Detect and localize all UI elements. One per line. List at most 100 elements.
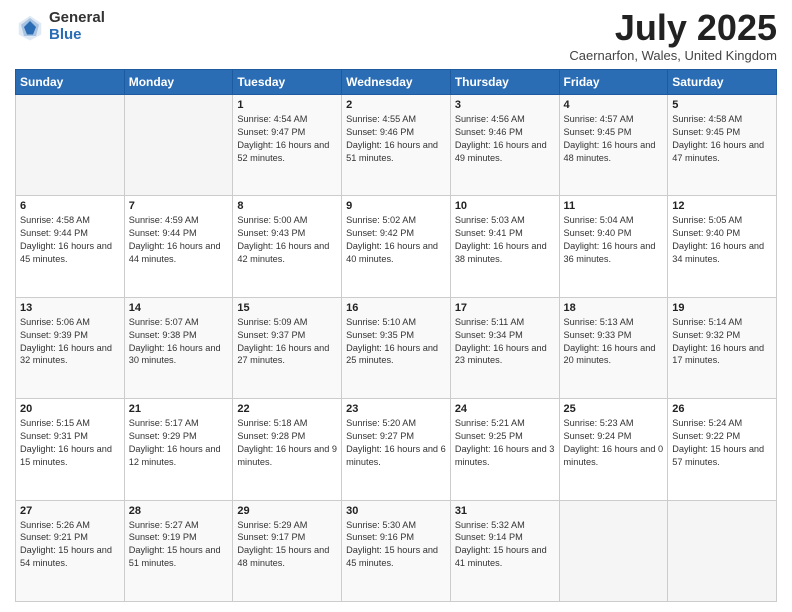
day-info: Sunrise: 5:02 AM Sunset: 9:42 PM Dayligh…: [346, 214, 446, 266]
day-info: Sunrise: 5:15 AM Sunset: 9:31 PM Dayligh…: [20, 417, 120, 469]
day-info: Sunrise: 5:26 AM Sunset: 9:21 PM Dayligh…: [20, 519, 120, 571]
header: General Blue July 2025 Caernarfon, Wales…: [15, 10, 777, 63]
calendar-cell: 25 Sunrise: 5:23 AM Sunset: 9:24 PM Dayli…: [559, 399, 668, 500]
day-number: 10: [455, 200, 555, 212]
weekday-header-monday: Monday: [124, 70, 233, 95]
calendar-cell: 20 Sunrise: 5:15 AM Sunset: 9:31 PM Dayli…: [16, 399, 125, 500]
calendar-cell: 6Sunrise: 4:58 AM Sunset: 9:44 PM Daylig…: [16, 196, 125, 297]
day-info: Sunrise: 5:30 AM Sunset: 9:16 PM Dayligh…: [346, 519, 446, 571]
day-info: Sunrise: 5:14 AM Sunset: 9:32 PM Dayligh…: [672, 316, 772, 368]
day-number: 7: [129, 200, 229, 212]
day-info: Sunrise: 5:04 AM Sunset: 9:40 PM Dayligh…: [564, 214, 664, 266]
day-info: Sunrise: 4:56 AM Sunset: 9:46 PM Dayligh…: [455, 113, 555, 165]
calendar-cell: 18 Sunrise: 5:13 AM Sunset: 9:33 PM Dayli…: [559, 297, 668, 398]
calendar-cell: 16Sunrise: 5:10 AM Sunset: 9:35 PM Dayli…: [342, 297, 451, 398]
day-number: 19: [672, 302, 772, 314]
day-number: 5: [672, 99, 772, 111]
calendar-cell: [668, 500, 777, 601]
day-number: 30: [346, 505, 446, 517]
day-number: 20: [20, 403, 120, 415]
day-info: Sunrise: 5:00 AM Sunset: 9:43 PM Dayligh…: [237, 214, 337, 266]
day-number: 31: [455, 505, 555, 517]
week-row-4: 20 Sunrise: 5:15 AM Sunset: 9:31 PM Dayli…: [16, 399, 777, 500]
day-info: Sunrise: 4:58 AM Sunset: 9:44 PM Dayligh…: [20, 214, 120, 266]
calendar-cell: 17Sunrise: 5:11 AM Sunset: 9:34 PM Dayli…: [450, 297, 559, 398]
day-info: Sunrise: 5:09 AM Sunset: 9:37 PM Dayligh…: [237, 316, 337, 368]
day-number: 1: [237, 99, 337, 111]
calendar-cell: 8Sunrise: 5:00 AM Sunset: 9:43 PM Daylig…: [233, 196, 342, 297]
calendar-cell: [16, 95, 125, 196]
day-info: Sunrise: 5:20 AM Sunset: 9:27 PM Dayligh…: [346, 417, 446, 469]
calendar-cell: 29Sunrise: 5:29 AM Sunset: 9:17 PM Dayli…: [233, 500, 342, 601]
calendar-cell: 31 Sunrise: 5:32 AM Sunset: 9:14 PM Dayli…: [450, 500, 559, 601]
day-info: Sunrise: 5:32 AM Sunset: 9:14 PM Dayligh…: [455, 519, 555, 571]
weekday-header-saturday: Saturday: [668, 70, 777, 95]
day-info: Sunrise: 5:23 AM Sunset: 9:24 PM Dayligh…: [564, 417, 664, 469]
calendar-cell: 23 Sunrise: 5:20 AM Sunset: 9:27 PM Dayli…: [342, 399, 451, 500]
day-info: Sunrise: 5:05 AM Sunset: 9:40 PM Dayligh…: [672, 214, 772, 266]
calendar-cell: 19 Sunrise: 5:14 AM Sunset: 9:32 PM Dayli…: [668, 297, 777, 398]
week-row-5: 27 Sunrise: 5:26 AM Sunset: 9:21 PM Dayli…: [16, 500, 777, 601]
calendar-table: SundayMondayTuesdayWednesdayThursdayFrid…: [15, 69, 777, 602]
weekday-header-row: SundayMondayTuesdayWednesdayThursdayFrid…: [16, 70, 777, 95]
day-info: Sunrise: 5:10 AM Sunset: 9:35 PM Dayligh…: [346, 316, 446, 368]
weekday-header-sunday: Sunday: [16, 70, 125, 95]
week-row-2: 6Sunrise: 4:58 AM Sunset: 9:44 PM Daylig…: [16, 196, 777, 297]
day-number: 23: [346, 403, 446, 415]
day-number: 4: [564, 99, 664, 111]
day-number: 14: [129, 302, 229, 314]
day-info: Sunrise: 5:27 AM Sunset: 9:19 PM Dayligh…: [129, 519, 229, 571]
calendar-cell: 15 Sunrise: 5:09 AM Sunset: 9:37 PM Dayli…: [233, 297, 342, 398]
day-number: 28: [129, 505, 229, 517]
calendar-cell: [124, 95, 233, 196]
day-info: Sunrise: 4:55 AM Sunset: 9:46 PM Dayligh…: [346, 113, 446, 165]
calendar-cell: 2 Sunrise: 4:55 AM Sunset: 9:46 PM Daylig…: [342, 95, 451, 196]
calendar-cell: [559, 500, 668, 601]
day-number: 26: [672, 403, 772, 415]
calendar-cell: 13Sunrise: 5:06 AM Sunset: 9:39 PM Dayli…: [16, 297, 125, 398]
logo-icon: [15, 12, 45, 42]
calendar-cell: 11 Sunrise: 5:04 AM Sunset: 9:40 PM Dayli…: [559, 196, 668, 297]
day-info: Sunrise: 4:54 AM Sunset: 9:47 PM Dayligh…: [237, 113, 337, 165]
day-number: 13: [20, 302, 120, 314]
day-number: 25: [564, 403, 664, 415]
day-info: Sunrise: 5:24 AM Sunset: 9:22 PM Dayligh…: [672, 417, 772, 469]
calendar-cell: 10 Sunrise: 5:03 AM Sunset: 9:41 PM Dayli…: [450, 196, 559, 297]
day-info: Sunrise: 5:17 AM Sunset: 9:29 PM Dayligh…: [129, 417, 229, 469]
calendar-cell: 5 Sunrise: 4:58 AM Sunset: 9:45 PM Daylig…: [668, 95, 777, 196]
weekday-header-tuesday: Tuesday: [233, 70, 342, 95]
title-section: July 2025 Caernarfon, Wales, United King…: [569, 10, 777, 63]
day-info: Sunrise: 5:18 AM Sunset: 9:28 PM Dayligh…: [237, 417, 337, 469]
logo: General Blue: [15, 10, 105, 43]
month-title: July 2025: [569, 10, 777, 46]
calendar-cell: 9 Sunrise: 5:02 AM Sunset: 9:42 PM Daylig…: [342, 196, 451, 297]
day-number: 3: [455, 99, 555, 111]
calendar-cell: 26 Sunrise: 5:24 AM Sunset: 9:22 PM Dayli…: [668, 399, 777, 500]
day-number: 11: [564, 200, 664, 212]
calendar-cell: 3 Sunrise: 4:56 AM Sunset: 9:46 PM Daylig…: [450, 95, 559, 196]
location: Caernarfon, Wales, United Kingdom: [569, 48, 777, 63]
day-info: Sunrise: 5:13 AM Sunset: 9:33 PM Dayligh…: [564, 316, 664, 368]
day-info: Sunrise: 5:07 AM Sunset: 9:38 PM Dayligh…: [129, 316, 229, 368]
day-number: 12: [672, 200, 772, 212]
calendar-cell: 24 Sunrise: 5:21 AM Sunset: 9:25 PM Dayli…: [450, 399, 559, 500]
page: General Blue July 2025 Caernarfon, Wales…: [0, 0, 792, 612]
day-info: Sunrise: 4:57 AM Sunset: 9:45 PM Dayligh…: [564, 113, 664, 165]
day-number: 15: [237, 302, 337, 314]
week-row-1: 1 Sunrise: 4:54 AM Sunset: 9:47 PM Daylig…: [16, 95, 777, 196]
day-info: Sunrise: 5:21 AM Sunset: 9:25 PM Dayligh…: [455, 417, 555, 469]
day-number: 24: [455, 403, 555, 415]
day-number: 18: [564, 302, 664, 314]
calendar-cell: 27 Sunrise: 5:26 AM Sunset: 9:21 PM Dayli…: [16, 500, 125, 601]
day-number: 27: [20, 505, 120, 517]
day-info: Sunrise: 5:03 AM Sunset: 9:41 PM Dayligh…: [455, 214, 555, 266]
weekday-header-friday: Friday: [559, 70, 668, 95]
calendar-cell: 22Sunrise: 5:18 AM Sunset: 9:28 PM Dayli…: [233, 399, 342, 500]
calendar-cell: 28 Sunrise: 5:27 AM Sunset: 9:19 PM Dayli…: [124, 500, 233, 601]
day-info: Sunrise: 5:11 AM Sunset: 9:34 PM Dayligh…: [455, 316, 555, 368]
logo-text: General Blue: [49, 10, 105, 43]
day-info: Sunrise: 4:58 AM Sunset: 9:45 PM Dayligh…: [672, 113, 772, 165]
calendar-cell: 7Sunrise: 4:59 AM Sunset: 9:44 PM Daylig…: [124, 196, 233, 297]
day-number: 2: [346, 99, 446, 111]
day-number: 9: [346, 200, 446, 212]
